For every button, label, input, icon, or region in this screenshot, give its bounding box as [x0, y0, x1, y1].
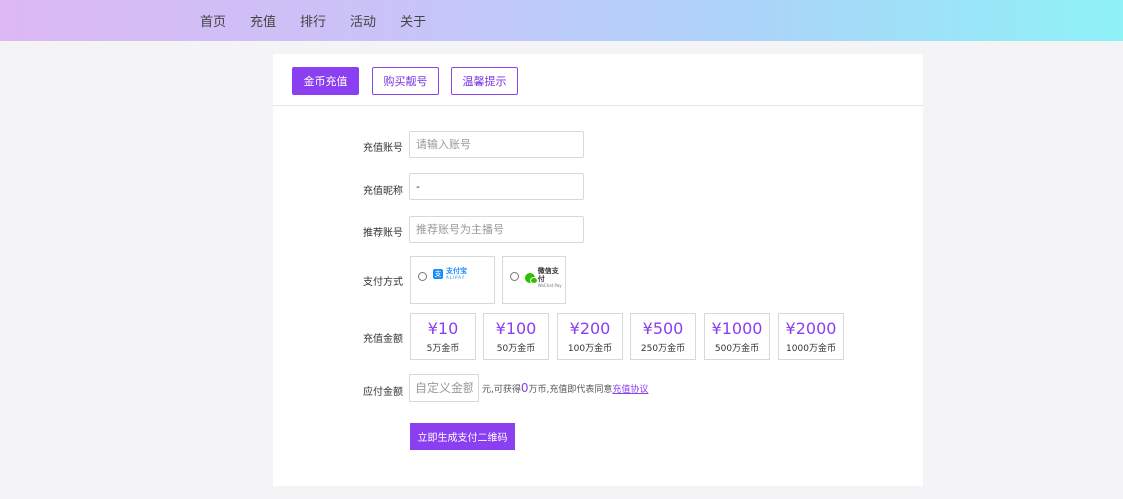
- amount-coins: 1000万金币: [786, 344, 836, 354]
- amount-price: ¥100: [495, 319, 537, 338]
- payable-coins-value: 0: [520, 381, 529, 395]
- tab-buy-number[interactable]: 购买靓号: [372, 67, 439, 95]
- alipay-sub: ALIPAY: [446, 275, 466, 280]
- amount-option[interactable]: ¥100 50万金币: [483, 313, 549, 360]
- wechat-pay-sub: WeChat Pay: [537, 283, 562, 288]
- alipay-radio[interactable]: [418, 272, 427, 281]
- payment-option-alipay[interactable]: 支 支付宝 ALIPAY: [410, 256, 495, 304]
- nav-item-recharge[interactable]: 充值: [250, 11, 276, 30]
- top-navigation-bar: 首页 充值 排行 活动 关于: [0, 0, 1123, 41]
- recharge-agreement-link[interactable]: 充值协议: [612, 385, 648, 395]
- referrer-label: 推荐账号: [363, 228, 403, 239]
- wechat-pay-icon: [525, 272, 538, 284]
- amount-price: ¥200: [569, 319, 611, 338]
- alipay-name: 支付宝: [446, 267, 467, 275]
- generate-qr-button[interactable]: 立即生成支付二维码: [410, 423, 515, 450]
- alipay-logo: 支 支付宝 ALIPAY: [433, 267, 467, 280]
- wechat-pay-logo: 微信支付 WeChat Pay: [525, 267, 565, 288]
- nickname-label: 充值昵称: [363, 186, 403, 197]
- amount-option[interactable]: ¥2000 1000万金币: [778, 313, 844, 360]
- amount-coins: 5万金币: [426, 344, 460, 354]
- payable-label: 应付金额: [363, 387, 403, 398]
- nav-item-ranking[interactable]: 排行: [300, 11, 326, 30]
- amount-option[interactable]: ¥10 5万金币: [410, 313, 476, 360]
- recharge-panel: 金币充值 购买靓号 温馨提示 充值账号 充值昵称 推荐账号 支付方式 支 支付宝…: [273, 54, 923, 486]
- account-input[interactable]: [409, 131, 584, 158]
- amount-price: ¥10: [427, 319, 459, 338]
- amount-coins: 500万金币: [714, 344, 760, 354]
- payable-note-prefix: 元,可获得: [482, 385, 521, 395]
- nav-item-about[interactable]: 关于: [400, 11, 426, 30]
- amount-coins: 250万金币: [640, 344, 686, 354]
- tab-coin-recharge[interactable]: 金币充值: [292, 67, 359, 95]
- amount-price: ¥1000: [711, 319, 763, 338]
- referrer-input[interactable]: [409, 216, 584, 243]
- amount-price: ¥2000: [785, 319, 837, 338]
- amount-option[interactable]: ¥1000 500万金币: [704, 313, 770, 360]
- main-nav: 首页 充值 排行 活动 关于: [200, 0, 450, 41]
- payment-option-wechat[interactable]: 微信支付 WeChat Pay: [502, 256, 566, 304]
- custom-amount-input[interactable]: [409, 374, 479, 402]
- nav-item-home[interactable]: 首页: [200, 11, 226, 30]
- payment-method-label: 支付方式: [363, 277, 403, 288]
- amount-option[interactable]: ¥500 250万金币: [630, 313, 696, 360]
- amount-coins: 50万金币: [496, 344, 536, 354]
- nickname-input[interactable]: [409, 173, 584, 200]
- wechat-radio[interactable]: [510, 272, 519, 281]
- amount-label: 充值金额: [363, 334, 403, 345]
- amount-price: ¥500: [642, 319, 684, 338]
- wechat-pay-name: 微信支付: [537, 267, 559, 283]
- account-label: 充值账号: [363, 143, 403, 154]
- payable-note: 元,可获得0万币,充值即代表同意充值协议: [482, 381, 648, 395]
- alipay-icon: 支: [433, 268, 443, 279]
- amount-option[interactable]: ¥200 100万金币: [557, 313, 623, 360]
- tab-bar: 金币充值 购买靓号 温馨提示: [273, 54, 923, 106]
- payable-note-mid: 万币,充值即代表同意: [528, 385, 613, 395]
- amount-coins: 100万金币: [567, 344, 613, 354]
- tab-tips[interactable]: 温馨提示: [451, 67, 518, 95]
- nav-item-activity[interactable]: 活动: [350, 11, 376, 30]
